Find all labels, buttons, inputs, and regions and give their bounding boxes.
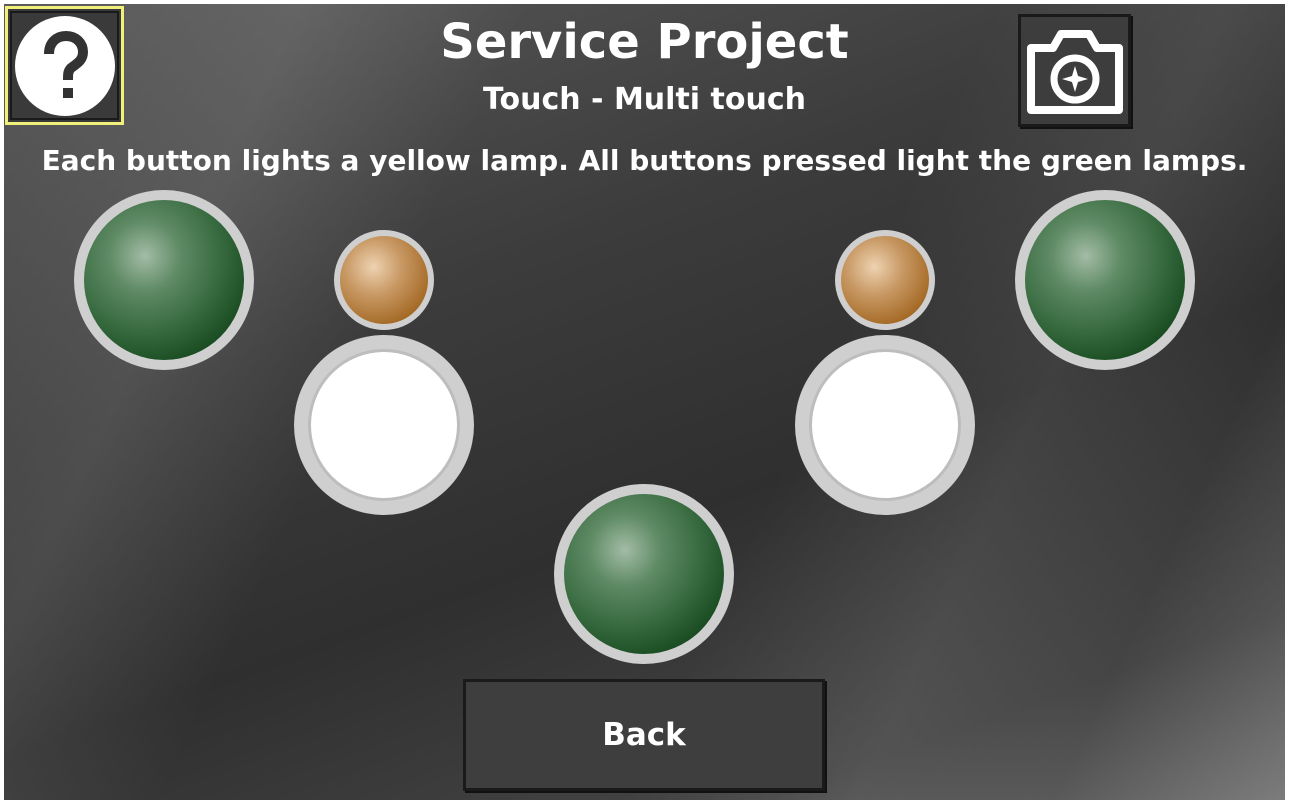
- camera-icon: [1026, 29, 1123, 114]
- green-lamp-left: [74, 190, 254, 370]
- green-lamp-left-light: [84, 200, 244, 360]
- green-lamp-right: [1015, 190, 1195, 370]
- touch-button-right[interactable]: [795, 335, 975, 515]
- green-lamp-right-light: [1025, 200, 1185, 360]
- back-button[interactable]: Back: [463, 679, 825, 791]
- green-lamp-center: [554, 484, 734, 664]
- touch-button-left-face: [308, 349, 460, 501]
- yellow-lamp-left-light: [340, 236, 428, 324]
- touch-button-right-face: [809, 349, 961, 501]
- touch-button-left[interactable]: [294, 335, 474, 515]
- yellow-lamp-right: [835, 230, 935, 330]
- screen: Service Project Touch - Multi touch Each…: [4, 4, 1285, 800]
- instructions-text: Each button lights a yellow lamp. All bu…: [41, 144, 1248, 177]
- green-lamp-center-light: [564, 494, 724, 654]
- yellow-lamp-left: [334, 230, 434, 330]
- yellow-lamp-right-light: [841, 236, 929, 324]
- screenshot-button[interactable]: [1018, 14, 1131, 127]
